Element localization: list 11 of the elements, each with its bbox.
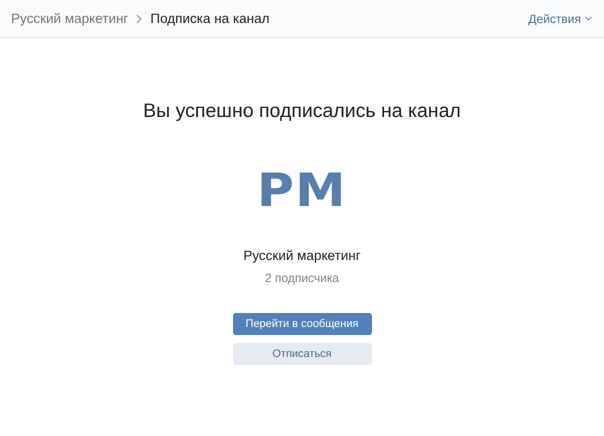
actions-menu-button[interactable]: Действия: [528, 12, 592, 26]
chevron-right-icon: [136, 14, 142, 24]
channel-name: Русский маркетинг: [243, 248, 361, 263]
messages-button[interactable]: Перейти в сообщения: [232, 313, 372, 335]
page-title: Подписка на канал: [150, 11, 270, 26]
breadcrumb-link[interactable]: Русский маркетинг: [11, 11, 128, 26]
caret-icon: [585, 16, 592, 21]
success-heading: Вы успешно подписались на канал: [143, 100, 461, 123]
subscriber-count: 2 подписчика: [264, 271, 340, 285]
channel-logo: РМ: [257, 170, 347, 210]
unsubscribe-button[interactable]: Отписаться: [232, 343, 372, 365]
